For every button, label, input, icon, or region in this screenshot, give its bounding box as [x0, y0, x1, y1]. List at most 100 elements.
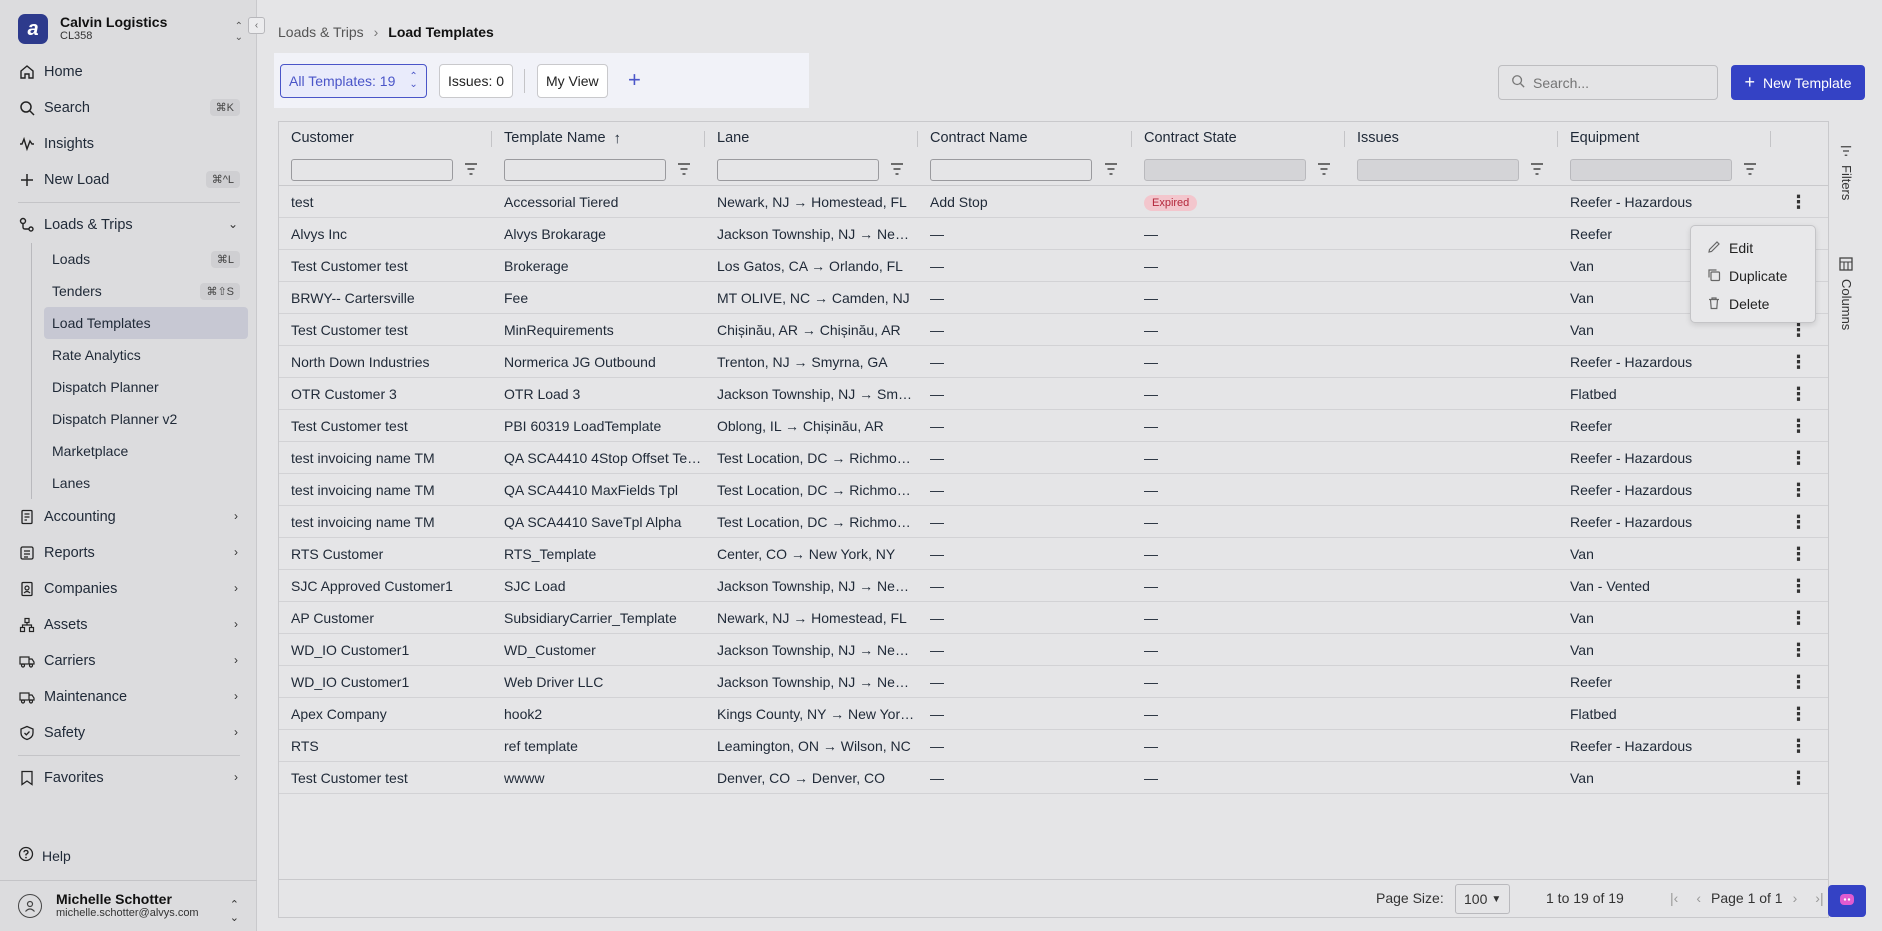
- nav-dispatch-planner[interactable]: Dispatch Planner: [44, 371, 248, 403]
- table-row[interactable]: test invoicing name TM QA SCA4410 4Stop O…: [279, 442, 1829, 474]
- collapse-sidebar-button[interactable]: ‹: [248, 17, 265, 34]
- duplicate-menu-item[interactable]: Duplicate: [1691, 262, 1815, 290]
- column-header-contract-state[interactable]: Contract State: [1132, 122, 1345, 154]
- filter-input[interactable]: [717, 158, 879, 181]
- column-header-customer[interactable]: Customer: [279, 122, 492, 154]
- nav-companies[interactable]: Companies ›: [10, 571, 248, 607]
- kebab-icon[interactable]: ⋮: [1771, 609, 1826, 627]
- nav-safety[interactable]: Safety ›: [10, 715, 248, 751]
- table-row[interactable]: test invoicing name TM QA SCA4410 SaveTpl…: [279, 506, 1829, 538]
- nav-loads[interactable]: Loads ⌘L: [44, 243, 248, 275]
- filter-input[interactable]: [1357, 158, 1519, 181]
- filter-input[interactable]: [504, 158, 666, 181]
- table-row[interactable]: North Down Industries Normerica JG Outbou…: [279, 346, 1829, 378]
- table-row[interactable]: test Accessorial Tiered Newark, NJ → Homes…: [279, 186, 1829, 218]
- next-page-icon[interactable]: ›: [1793, 890, 1798, 906]
- first-page-icon[interactable]: |‹: [1670, 890, 1678, 906]
- add-view-plus-icon[interactable]: +: [628, 67, 641, 93]
- nav-assets[interactable]: Assets ›: [10, 607, 248, 643]
- kebab-icon[interactable]: ⋮: [1771, 545, 1826, 563]
- table-row[interactable]: Apex Company hook2 Kings County, NY → New …: [279, 698, 1829, 730]
- table-row[interactable]: Test Customer test PBI 60319 LoadTemplate…: [279, 410, 1829, 442]
- kebab-icon[interactable]: ⋮: [1771, 385, 1826, 403]
- kebab-icon[interactable]: ⋮: [1771, 417, 1826, 435]
- search-box[interactable]: [1498, 65, 1718, 100]
- table-row[interactable]: WD_IO Customer1 Web Driver LLC Jackson Tow…: [279, 666, 1829, 698]
- columns-tab[interactable]: Columns: [1839, 257, 1854, 330]
- table-row[interactable]: AP Customer SubsidiaryCarrier_Template New…: [279, 602, 1829, 634]
- issues-view[interactable]: Issues: 0: [439, 64, 514, 98]
- kebab-icon[interactable]: ⋮: [1771, 449, 1826, 467]
- nav-search[interactable]: Search ⌘K: [10, 90, 248, 126]
- nav-load-templates[interactable]: Load Templates: [44, 307, 248, 339]
- column-header-template-name[interactable]: Template Name ↑: [492, 122, 705, 154]
- table-row[interactable]: BRWY-- Cartersville Fee MT OLIVE, NC → Cam…: [279, 282, 1829, 314]
- filter-icon[interactable]: [677, 162, 691, 178]
- table-row[interactable]: Alvys Inc Alvys Brokarage Jackson Township…: [279, 218, 1829, 250]
- nav-maintenance[interactable]: Maintenance ›: [10, 679, 248, 715]
- table-row[interactable]: Test Customer test Brokerage Los Gatos, CA…: [279, 250, 1829, 282]
- nav-carriers[interactable]: Carriers ›: [10, 643, 248, 679]
- table-row[interactable]: RTS Customer RTS_Template Center, CO → New…: [279, 538, 1829, 570]
- column-header-equipment[interactable]: Equipment: [1558, 122, 1771, 154]
- my-view[interactable]: My View: [537, 64, 608, 98]
- user-menu[interactable]: Michelle Schotter michelle.schotter@alvy…: [0, 880, 257, 931]
- column-header-contract-name[interactable]: Contract Name: [918, 122, 1132, 154]
- new-template-button[interactable]: + New Template: [1731, 65, 1865, 100]
- table-row[interactable]: WD_IO Customer1 WD_Customer Jackson Townsh…: [279, 634, 1829, 666]
- breadcrumb-parent[interactable]: Loads & Trips: [278, 24, 364, 40]
- kebab-icon[interactable]: ⋮: [1771, 705, 1826, 723]
- table-row[interactable]: test invoicing name TM QA SCA4410 MaxFiel…: [279, 474, 1829, 506]
- filter-input[interactable]: [1144, 158, 1306, 181]
- kebab-icon[interactable]: ⋮: [1771, 577, 1826, 595]
- edit-menu-item[interactable]: Edit: [1691, 234, 1815, 262]
- nav-favorites[interactable]: Favorites ›: [10, 760, 248, 796]
- nav-home[interactable]: Home: [10, 54, 248, 90]
- chat-widget-button[interactable]: [1828, 885, 1866, 917]
- kebab-icon[interactable]: ⋮: [1771, 641, 1826, 659]
- table-row[interactable]: RTS ref template Leamington, ON → Wilson, …: [279, 730, 1829, 762]
- filter-input[interactable]: [291, 158, 453, 181]
- filter-icon[interactable]: [1530, 162, 1544, 178]
- kebab-icon[interactable]: ⋮: [1771, 353, 1826, 371]
- column-header-issues[interactable]: Issues: [1345, 122, 1558, 154]
- page-size-select[interactable]: 100 ▼: [1455, 884, 1510, 914]
- org-switcher[interactable]: a Calvin Logistics CL358 ⌃ ⌄: [18, 12, 243, 46]
- prev-page-icon[interactable]: ‹: [1696, 890, 1701, 906]
- table-row[interactable]: OTR Customer 3 OTR Load 3 Jackson Township…: [279, 378, 1829, 410]
- kebab-icon[interactable]: ⋮: [1771, 513, 1826, 531]
- kebab-icon[interactable]: ⋮: [1771, 481, 1826, 499]
- nav-help[interactable]: Help: [18, 846, 71, 865]
- filter-icon[interactable]: [464, 162, 478, 178]
- filter-icon[interactable]: [890, 162, 904, 178]
- kebab-icon[interactable]: ⋮: [1771, 193, 1826, 211]
- nav-insights[interactable]: Insights: [10, 126, 248, 162]
- all-templates-view[interactable]: All Templates: 19 ⌃ ⌄: [280, 64, 427, 98]
- nav-tenders[interactable]: Tenders ⌘⇧S: [44, 275, 248, 307]
- nav-rate-analytics[interactable]: Rate Analytics: [44, 339, 248, 371]
- nav-accounting[interactable]: Accounting ›: [10, 499, 248, 535]
- table-row[interactable]: SJC Approved Customer1 SJC Load Jackson To…: [279, 570, 1829, 602]
- kebab-icon[interactable]: ⋮: [1771, 769, 1826, 787]
- filter-input[interactable]: [1570, 158, 1732, 181]
- filter-icon[interactable]: [1104, 162, 1118, 178]
- last-page-icon[interactable]: ›|: [1815, 890, 1823, 906]
- kebab-icon[interactable]: ⋮: [1771, 673, 1826, 691]
- nav-dispatch-planner-v2[interactable]: Dispatch Planner v2: [44, 403, 248, 435]
- filters-tab[interactable]: Filters: [1839, 145, 1854, 200]
- filter-icon[interactable]: [1317, 162, 1331, 178]
- delete-menu-item[interactable]: Delete: [1691, 290, 1815, 318]
- nav-reports[interactable]: Reports ›: [10, 535, 248, 571]
- filter-icon[interactable]: [1743, 162, 1757, 178]
- nav-new-load[interactable]: New Load ⌘^L: [10, 162, 248, 198]
- nav-marketplace[interactable]: Marketplace: [44, 435, 248, 467]
- column-header-lane[interactable]: Lane: [705, 122, 918, 154]
- nav-loads-trips[interactable]: Loads & Trips ⌄: [10, 207, 248, 243]
- table-row[interactable]: Test Customer test MinRequirements Chișină…: [279, 314, 1829, 346]
- search-input[interactable]: [1533, 74, 1703, 91]
- table-row[interactable]: Test Customer test wwww Denver, CO → Denve…: [279, 762, 1829, 794]
- kebab-icon[interactable]: ⋮: [1771, 321, 1826, 339]
- nav-lanes[interactable]: Lanes: [44, 467, 248, 499]
- filter-input[interactable]: [930, 158, 1092, 181]
- kebab-icon[interactable]: ⋮: [1771, 737, 1826, 755]
